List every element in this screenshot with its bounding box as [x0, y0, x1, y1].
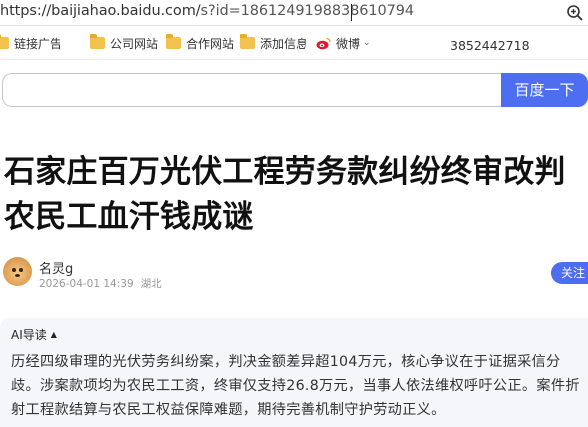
bookmark-label: 合作网站 [186, 36, 235, 51]
zoom-icon[interactable] [565, 3, 585, 23]
ai-summary-panel: AI导读 ▲ 历经四级审理的光伏劳务纠纷案，判决金额差异超104万元，核心争议在… [0, 318, 588, 427]
folder-icon [240, 34, 255, 49]
ai-summary-header[interactable]: AI导读 ▲ [11, 326, 57, 343]
article-meta: 2026-04-01 14:39 湖北 [39, 276, 162, 291]
bookmark-label: 公司网站 [110, 36, 159, 51]
follow-button[interactable]: 关注 [551, 262, 588, 284]
url-host: https://baijiahao.baidu.com/ [0, 3, 201, 19]
folder-icon [0, 34, 9, 49]
article-title: 石家庄百万光伏工程劳务款纠纷终审改判农民工血汗钱成谜 [4, 154, 566, 235]
publish-date: 2026-04-01 14:39 [39, 278, 134, 290]
bookmark-company[interactable]: 公司网站 [90, 34, 158, 52]
address-bar[interactable]: https://baijiahao.baidu.com/s?id=1861249… [0, 0, 588, 26]
bookmark-weibo[interactable]: 微博 ⌄ [316, 34, 371, 52]
folder-icon [90, 34, 105, 49]
ai-summary-heading: AI导读 [11, 328, 47, 342]
search-bar: 百度一下 [2, 73, 588, 107]
folder-icon [166, 34, 181, 49]
author-name[interactable]: 名灵g [39, 258, 73, 277]
bookmark-partners[interactable]: 合作网站 [166, 34, 234, 52]
search-input[interactable] [2, 73, 502, 107]
bookmark-links[interactable]: 链接广告 [0, 34, 60, 52]
bookmark-label: 微博 [336, 36, 361, 51]
collapse-icon[interactable]: ▲ [51, 330, 57, 339]
chevron-down-icon[interactable]: ⌄ [363, 38, 371, 48]
bookmark-label: 链接广告 [14, 36, 60, 51]
bookmark-add-info[interactable]: 添加信息 [240, 34, 306, 52]
bookmark-label: 添加信息 [260, 36, 306, 51]
ai-summary-text: 历经四级审理的光伏劳务纠纷案，判决金额差异超104万元，核心争议在于证据采信分歧… [11, 354, 580, 418]
weibo-icon [316, 37, 331, 49]
search-button[interactable]: 百度一下 [501, 73, 588, 107]
url-query: s?id=1861249198838610794 [200, 3, 415, 19]
avatar[interactable] [3, 257, 32, 286]
phone-number: 3852442718 [450, 38, 530, 53]
text-caret [351, 4, 352, 21]
publish-location: 湖北 [140, 278, 162, 290]
